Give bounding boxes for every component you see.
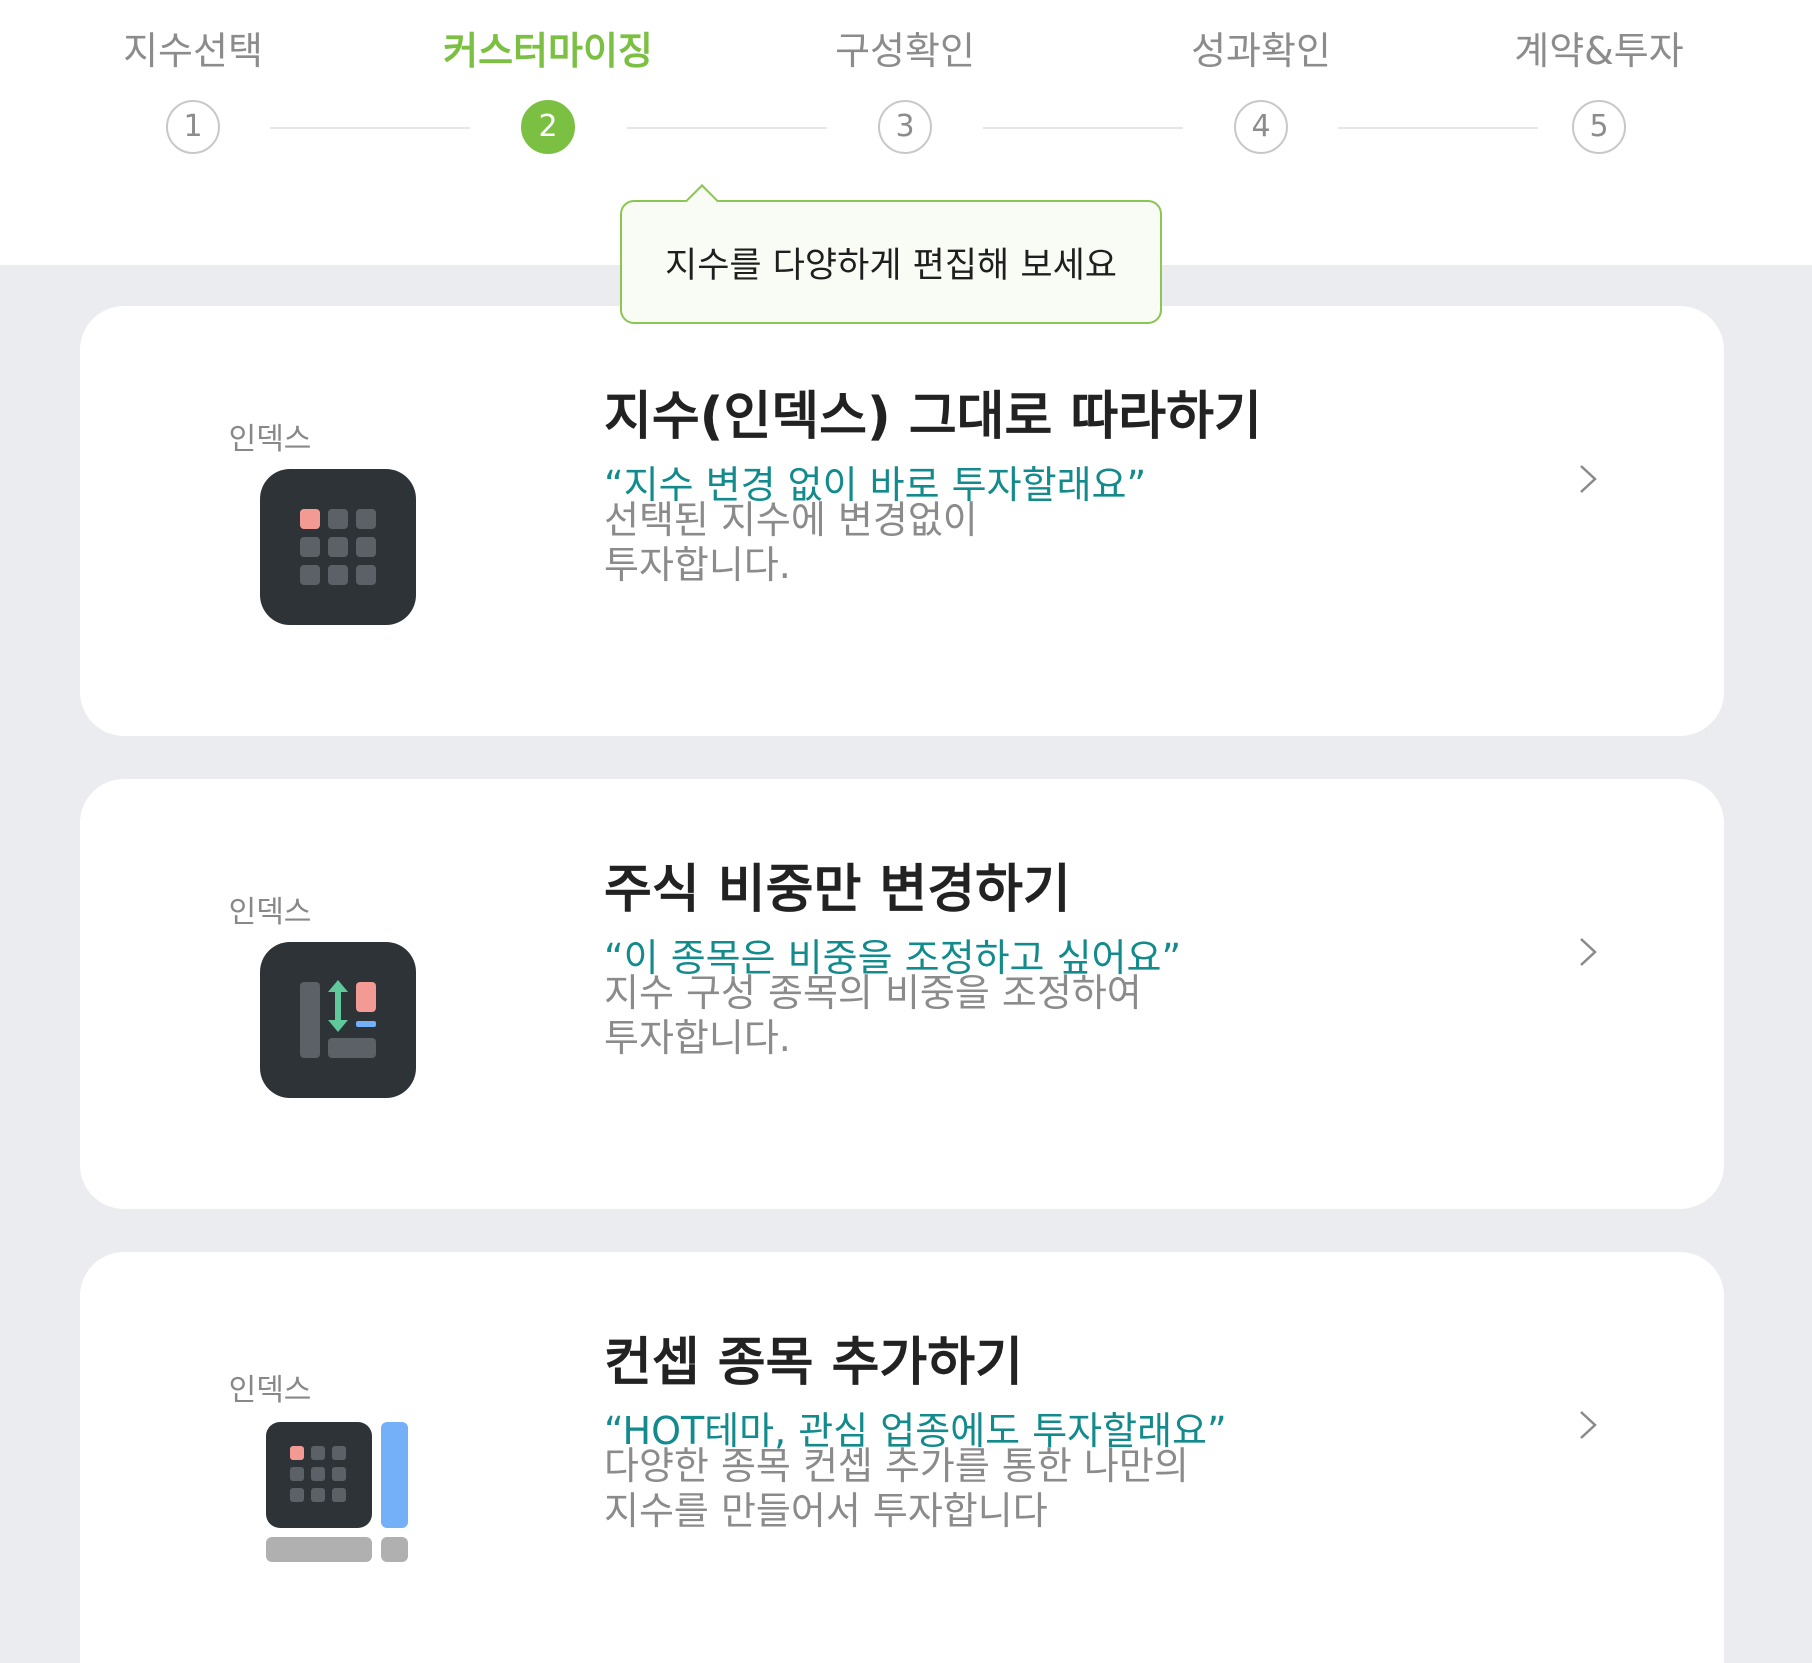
- icon-caption: 인덱스: [228, 1373, 312, 1408]
- step-number: 3: [878, 100, 932, 154]
- step-3[interactable]: 구성확인 3: [785, 0, 1025, 154]
- card-description: 다양한 종목 컨셉 추가를 통한 나만의 지수를 만들어서 투자합니다: [604, 1444, 1189, 1534]
- card-description-line: 선택된 지수에 변경없이: [604, 498, 978, 542]
- card-title: 컨셉 종목 추가하기: [604, 1333, 1023, 1393]
- chevron-right-icon: [1568, 1405, 1608, 1445]
- card-title: 지수(인덱스) 그대로 따라하기: [604, 387, 1262, 447]
- card-description-line: 투자합니다.: [604, 1016, 791, 1060]
- add-concept-icon: [266, 1422, 412, 1562]
- chevron-right-icon: [1568, 932, 1608, 972]
- step-number: 2: [521, 100, 575, 154]
- step-label: 성과확인: [1191, 29, 1331, 73]
- step-number: 4: [1234, 100, 1288, 154]
- step-4[interactable]: 성과확인 4: [1141, 0, 1381, 154]
- option-card-add-concept[interactable]: 인덱스 컨셉 종목 추가하기 “HOT테마, 관심 업종에도 투자할래요” 다양…: [80, 1252, 1724, 1663]
- icon-caption: 인덱스: [228, 422, 312, 457]
- card-description: 지수 구성 종목의 비중을 조정하여 투자합니다.: [604, 971, 1142, 1061]
- grid-icon: [260, 469, 416, 625]
- option-card-change-weight[interactable]: 인덱스 주식 비중만 변경하기 “이 종목은 비중을 조정하고 싶어요” 지수 …: [80, 779, 1724, 1209]
- step-tooltip: 지수를 다양하게 편집해 보세요: [620, 184, 1162, 324]
- step-label: 커스터마이징: [443, 29, 653, 73]
- step-label: 지수선택: [123, 29, 263, 73]
- card-description-line: 다양한 종목 컨셉 추가를 통한 나만의: [604, 1444, 1189, 1488]
- step-number: 5: [1572, 100, 1626, 154]
- chevron-right-icon: [1568, 459, 1608, 499]
- step-5[interactable]: 계약&투자 5: [1479, 0, 1719, 154]
- step-1[interactable]: 지수선택 1: [73, 0, 313, 154]
- step-2[interactable]: 커스터마이징 2: [428, 0, 668, 154]
- page: 지수선택 1 커스터마이징 2 구성확인 3 성과확인 4 계약&투자 5 지수…: [0, 0, 1812, 1663]
- weight-adjust-icon: [260, 942, 416, 1098]
- option-card-follow-index[interactable]: 인덱스 지수(인덱스) 그대로 따라하기 “지수 변경 없이 바로 투자할래요”…: [80, 306, 1724, 736]
- card-title: 주식 비중만 변경하기: [604, 860, 1071, 920]
- card-description: 선택된 지수에 변경없이 투자합니다.: [604, 498, 978, 588]
- icon-caption: 인덱스: [228, 895, 312, 930]
- tooltip-text: 지수를 다양하게 편집해 보세요: [665, 245, 1117, 286]
- step-number: 1: [166, 100, 220, 154]
- card-description-line: 투자합니다.: [604, 543, 791, 587]
- card-description-line: 지수를 만들어서 투자합니다: [604, 1489, 1048, 1533]
- options-list: 인덱스 지수(인덱스) 그대로 따라하기 “지수 변경 없이 바로 투자할래요”…: [0, 265, 1812, 1663]
- step-label: 계약&투자: [1514, 29, 1684, 73]
- step-label: 구성확인: [835, 29, 975, 73]
- card-description-line: 지수 구성 종목의 비중을 조정하여: [604, 971, 1142, 1015]
